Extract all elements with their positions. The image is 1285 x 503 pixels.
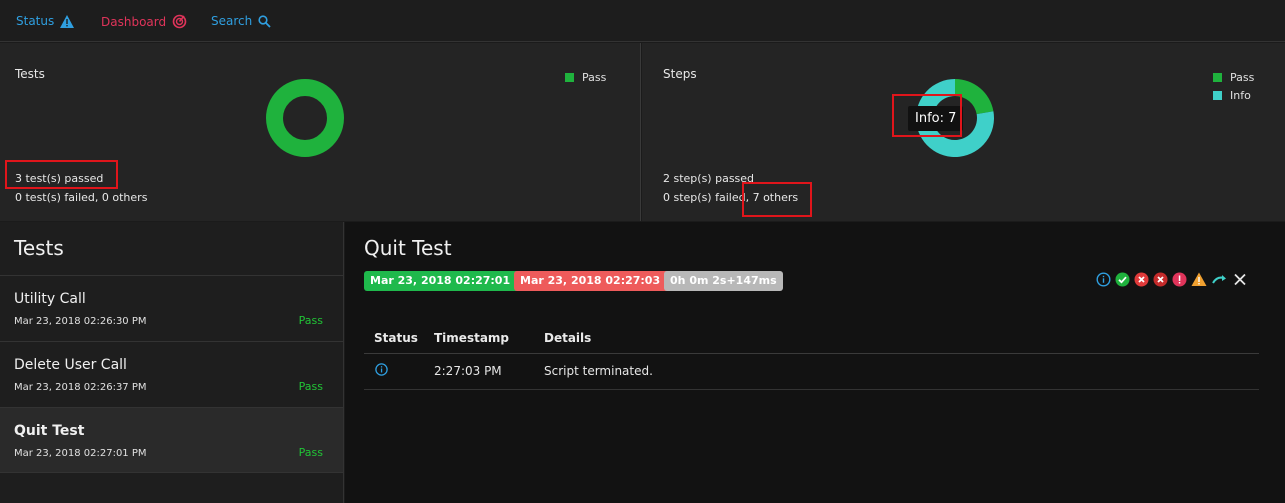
steps-passed-text: 2 step(s) passed — [663, 172, 755, 185]
warning-triangle-icon — [60, 14, 75, 28]
info-filter-icon[interactable] — [1096, 272, 1111, 287]
error-filter-icon[interactable] — [1172, 272, 1187, 287]
duration-badge: 0h 0m 2s+147ms — [664, 271, 783, 291]
legend-item-pass[interactable]: Pass — [565, 68, 606, 86]
legend-label-info: Info — [1230, 88, 1251, 102]
chart-tooltip: Info: 7 — [908, 106, 964, 131]
start-time-badge: Mar 23, 2018 02:27:01 PM — [364, 271, 539, 291]
test-list-heading: Tests — [14, 236, 64, 260]
nav-search-link[interactable]: Search — [211, 14, 271, 28]
legend-label-pass: Pass — [582, 70, 607, 84]
log-table: Status Timestamp Details 2:27:03 PM Scri… — [364, 326, 1259, 390]
steps-failed-line: 0 step(s) failed, 7 others — [663, 191, 798, 204]
row-details: Script terminated. — [544, 364, 653, 378]
tests-panel-title: Tests — [15, 67, 45, 81]
test-status: Pass — [298, 380, 323, 393]
skip-filter-icon[interactable] — [1211, 272, 1229, 287]
nav-status-label: Status — [16, 14, 55, 28]
test-time: Mar 23, 2018 02:26:30 PM — [14, 316, 147, 327]
pass-filter-icon[interactable] — [1115, 272, 1130, 287]
tests-summary-panel: Tests Pass 3 test(s) passed 0 test(s) fa… — [0, 43, 641, 221]
legend-item-pass[interactable]: Pass — [1213, 68, 1254, 86]
legend-swatch-info — [1213, 90, 1222, 100]
tests-passed-text: 3 test(s) passed — [15, 172, 104, 185]
end-time-badge: Mar 23, 2018 02:27:03 PM — [514, 271, 689, 291]
header-status: Status — [374, 331, 418, 345]
log-table-header: Status Timestamp Details — [364, 326, 1259, 354]
status-filter-bar — [1096, 272, 1247, 287]
test-detail-title: Quit Test — [364, 236, 452, 260]
test-status: Pass — [298, 446, 323, 459]
nav-status-link[interactable]: Status — [16, 14, 75, 28]
test-status: Pass — [298, 314, 323, 327]
tests-donut-chart — [266, 79, 344, 157]
legend-swatch-pass — [1213, 72, 1222, 82]
nav-dashboard-label: Dashboard — [101, 14, 167, 29]
fail-filter-icon[interactable] — [1134, 272, 1149, 287]
header-details: Details — [544, 331, 592, 345]
table-row: 2:27:03 PM Script terminated. — [364, 354, 1259, 390]
legend-swatch-pass — [565, 72, 574, 82]
dashboard-icon — [172, 14, 187, 29]
tests-legend: Pass — [565, 68, 606, 86]
warning-filter-icon[interactable] — [1191, 272, 1207, 287]
info-icon — [375, 363, 388, 379]
test-name: Delete User Call — [14, 357, 127, 373]
legend-label-pass: Pass — [1230, 70, 1255, 84]
search-icon — [258, 14, 271, 28]
nav-search-label: Search — [211, 14, 253, 28]
fatal-filter-icon[interactable] — [1153, 272, 1168, 287]
steps-legend: Pass Info — [1213, 68, 1254, 104]
test-list-item-active[interactable]: Quit Test Mar 23, 2018 02:27:01 PM Pass — [0, 407, 343, 473]
test-time: Mar 23, 2018 02:27:01 PM — [14, 448, 147, 459]
test-detail-panel: Quit Test Mar 23, 2018 02:27:01 PM Mar 2… — [345, 222, 1285, 503]
test-name: Utility Call — [14, 291, 86, 307]
test-name: Quit Test — [14, 423, 85, 439]
row-timestamp: 2:27:03 PM — [434, 364, 502, 378]
donut-slice-pass[interactable] — [266, 79, 344, 157]
test-list-item[interactable]: Delete User Call Mar 23, 2018 02:26:37 P… — [0, 341, 343, 407]
steps-panel-title: Steps — [663, 67, 697, 81]
legend-item-info[interactable]: Info — [1213, 86, 1254, 104]
test-time: Mar 23, 2018 02:26:37 PM — [14, 382, 147, 393]
nav-dashboard-link[interactable]: Dashboard — [101, 14, 187, 29]
steps-summary-panel: Steps Info: 7 Pass Info 2 step(s) passed… — [642, 43, 1285, 221]
header-timestamp: Timestamp — [434, 331, 510, 345]
steps-failed-text: 0 step(s) failed, — [663, 191, 753, 204]
top-nav: Status Dashboard Search — [0, 0, 1285, 42]
clear-filter-icon[interactable] — [1233, 272, 1247, 287]
test-list: Tests Utility Call Mar 23, 2018 02:26:30… — [0, 222, 344, 503]
test-list-item[interactable]: Utility Call Mar 23, 2018 02:26:30 PM Pa… — [0, 275, 343, 341]
tests-failed-text: 0 test(s) failed, 0 others — [15, 191, 148, 204]
steps-others-text: 7 others — [752, 191, 799, 204]
